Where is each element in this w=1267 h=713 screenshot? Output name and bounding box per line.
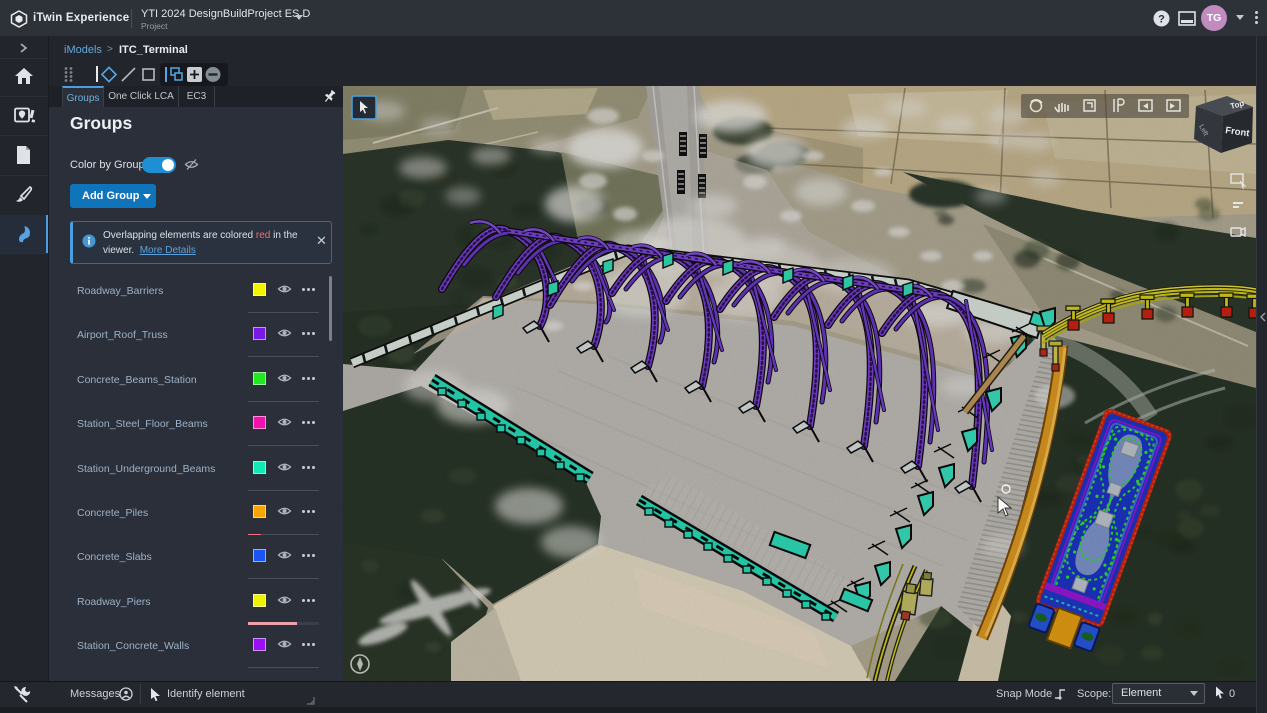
svg-text:?: ?: [1158, 13, 1165, 25]
